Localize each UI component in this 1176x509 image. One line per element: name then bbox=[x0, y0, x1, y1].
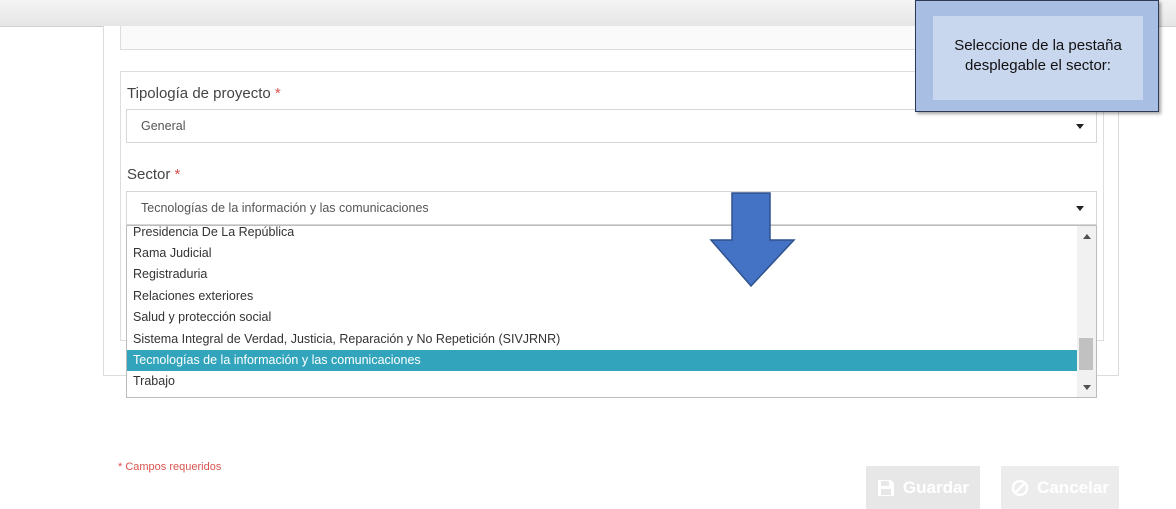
tipologia-label: Tipología de proyecto * bbox=[127, 85, 281, 102]
instruction-callout: Seleccione de la pestaña desplegable el … bbox=[915, 0, 1159, 112]
sector-label-text: Sector bbox=[127, 166, 171, 183]
save-button[interactable]: Guardar bbox=[866, 466, 980, 509]
tipologia-select[interactable]: General bbox=[126, 109, 1097, 143]
required-fields-note: * Campos requeridos bbox=[118, 461, 222, 473]
save-button-label: Guardar bbox=[902, 477, 970, 497]
scroll-thumb[interactable] bbox=[1079, 338, 1093, 370]
required-mark: * bbox=[174, 166, 181, 183]
dropdown-option[interactable]: Sistema Integral de Verdad, Justicia, Re… bbox=[127, 329, 1078, 350]
cancel-button-label: Cancelar bbox=[1037, 477, 1109, 497]
scroll-up-icon[interactable] bbox=[1083, 234, 1091, 239]
sector-dropdown-list[interactable]: Presidencia De La República Rama Judicia… bbox=[126, 225, 1097, 398]
sector-select-value: Tecnologías de la información y las comu… bbox=[141, 201, 429, 215]
dropdown-option[interactable]: Relaciones exteriores bbox=[127, 286, 1078, 307]
chevron-down-icon bbox=[1076, 124, 1084, 129]
chevron-down-icon bbox=[1076, 206, 1084, 211]
sector-label: Sector * bbox=[127, 166, 180, 183]
down-arrow-icon bbox=[709, 192, 796, 288]
instruction-line-2: desplegable el sector: bbox=[965, 57, 1111, 74]
instruction-text: Seleccione de la pestaña desplegable el … bbox=[933, 36, 1143, 76]
dropdown-option-selected[interactable]: Tecnologías de la información y las comu… bbox=[127, 350, 1078, 371]
dropdown-scrollbar[interactable] bbox=[1077, 226, 1096, 397]
floppy-disk-icon bbox=[877, 479, 894, 496]
required-mark: * bbox=[274, 85, 281, 102]
cancel-button[interactable]: Cancelar bbox=[1001, 466, 1119, 509]
dropdown-option[interactable]: Rama Judicial bbox=[127, 243, 1078, 264]
tipologia-label-text: Tipología de proyecto bbox=[127, 85, 271, 102]
dropdown-option[interactable]: Salud y protección social bbox=[127, 307, 1078, 328]
sector-select[interactable]: Tecnologías de la información y las comu… bbox=[126, 191, 1097, 225]
scroll-down-icon[interactable] bbox=[1083, 385, 1091, 390]
dropdown-option[interactable]: Registraduria bbox=[127, 264, 1078, 285]
dropdown-option[interactable]: Trabajo bbox=[127, 371, 1078, 392]
cancel-icon bbox=[1011, 479, 1029, 496]
instruction-callout-inner: Seleccione de la pestaña desplegable el … bbox=[933, 16, 1143, 100]
dropdown-option[interactable]: Presidencia De La República bbox=[127, 226, 1078, 243]
instruction-line-1: Seleccione de la pestaña bbox=[954, 37, 1122, 54]
tipologia-select-value: General bbox=[141, 119, 186, 133]
